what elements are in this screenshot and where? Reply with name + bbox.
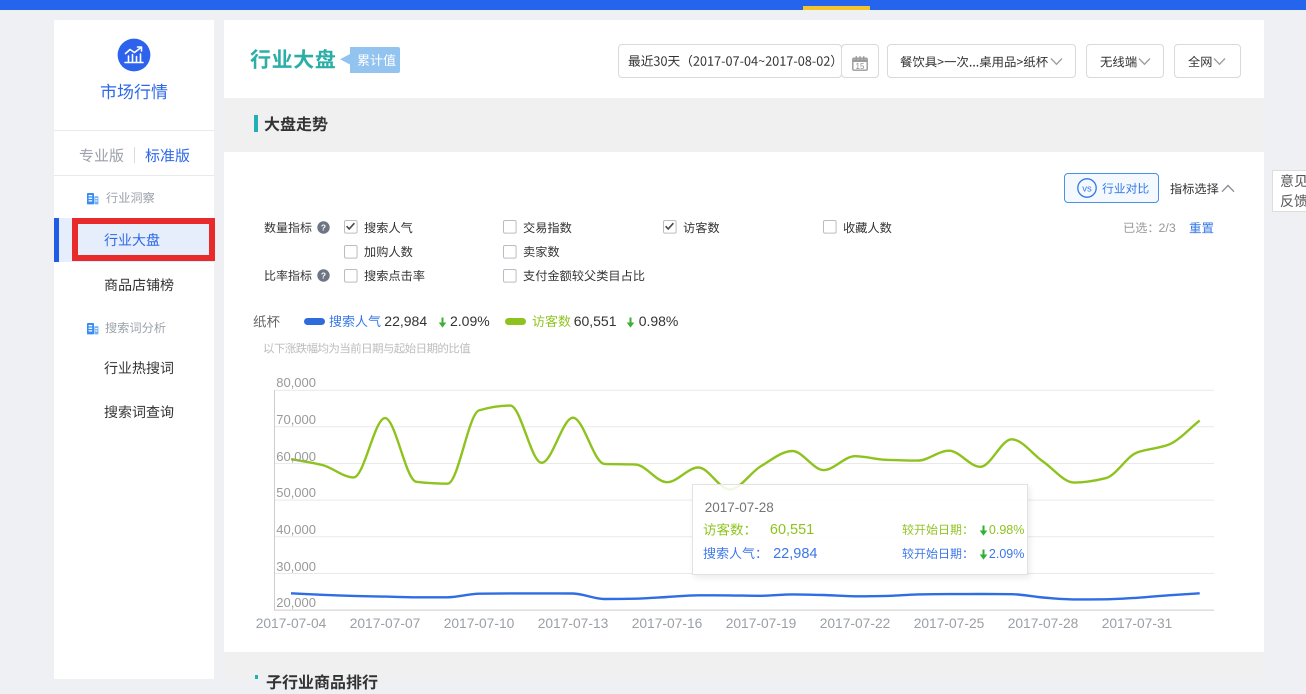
svg-text:15: 15 xyxy=(856,61,865,70)
svg-text:?: ? xyxy=(321,222,326,232)
svg-text:vs: vs xyxy=(1082,183,1092,194)
svg-text:?: ? xyxy=(321,271,326,281)
